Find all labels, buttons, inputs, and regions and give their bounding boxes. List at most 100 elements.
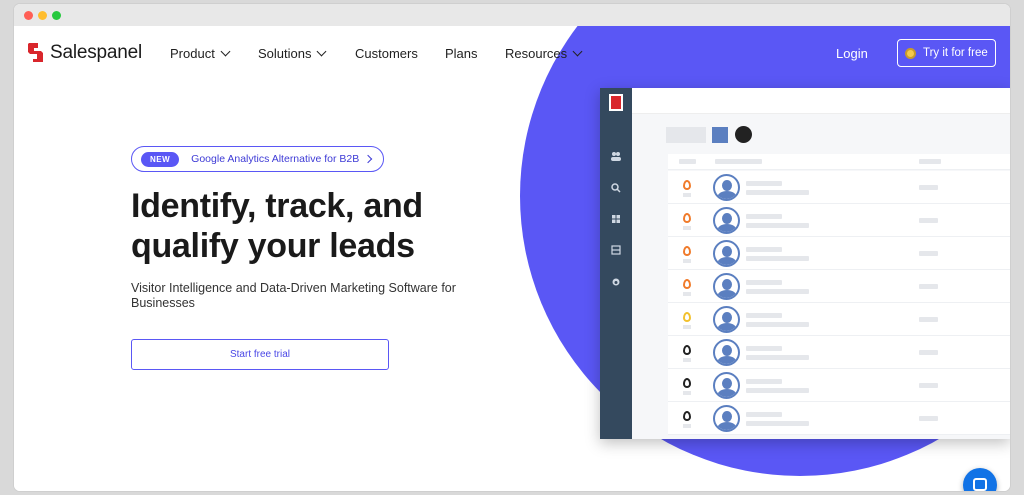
app-sidebar — [600, 88, 632, 439]
visitor-name-bar — [746, 412, 782, 417]
browser-window: Salespanel Product Solutions Customers P… — [14, 4, 1010, 491]
visitor-name-bar — [746, 181, 782, 186]
visitor-value-bar — [919, 383, 938, 388]
visitor-row — [668, 336, 1010, 369]
users-icon — [611, 148, 621, 161]
visitor-avatar-icon — [713, 273, 740, 300]
dark-circle-toggle — [735, 126, 752, 143]
maximize-window-dot[interactable] — [52, 11, 61, 20]
lead-score-flame-icon — [683, 345, 691, 355]
brand-name: Salespanel — [50, 42, 143, 63]
chat-launcher-button[interactable] — [963, 468, 997, 491]
visitor-row — [668, 171, 1010, 204]
score-bar — [683, 259, 691, 263]
nav-product[interactable]: Product — [170, 46, 231, 61]
chevron-down-icon — [220, 46, 231, 57]
login-link[interactable]: Login — [836, 46, 868, 61]
visitor-detail-bar — [746, 190, 809, 195]
visitor-avatar-icon — [713, 405, 740, 432]
app-topbar — [632, 88, 1010, 114]
nav-resources[interactable]: Resources — [505, 46, 583, 61]
visitor-avatar-icon — [713, 207, 740, 234]
hero-headline: Identify, track, and qualify your leads — [131, 187, 423, 265]
brand-logo[interactable]: Salespanel — [27, 42, 142, 64]
visitor-avatar-icon — [713, 240, 740, 267]
coin-icon — [905, 47, 916, 59]
view-toggle-square — [712, 127, 728, 143]
lead-score-flame-icon — [683, 312, 691, 322]
visitor-name-bar — [746, 247, 782, 252]
visitor-value-bar — [919, 251, 938, 256]
visitor-avatar-icon — [713, 339, 740, 366]
nav-solutions-label: Solutions — [258, 46, 312, 61]
score-bar — [683, 358, 691, 362]
header-bar — [715, 159, 762, 164]
chevron-down-icon — [317, 46, 327, 57]
visitor-avatar-icon — [713, 372, 740, 399]
search-icon — [611, 180, 621, 193]
visitor-name-bar — [746, 313, 782, 318]
top-navigation: Salespanel Product Solutions Customers P… — [14, 26, 1010, 84]
announcement-pill[interactable]: NEW Google Analytics Alternative for B2B — [131, 146, 384, 172]
lead-score-flame-icon — [683, 246, 691, 256]
visitor-name-bar — [746, 280, 782, 285]
visitor-row — [668, 204, 1010, 237]
visitor-value-bar — [919, 218, 938, 223]
visitor-value-bar — [919, 350, 938, 355]
app-preview-screenshot — [600, 88, 1010, 439]
chevron-down-icon — [572, 46, 583, 57]
chevron-right-icon — [363, 154, 373, 164]
minimize-window-dot[interactable] — [38, 11, 47, 20]
visitor-name-bar — [746, 379, 782, 384]
nav-resources-label: Resources — [505, 46, 568, 61]
try-free-button[interactable]: Try it for free — [897, 39, 996, 67]
chat-icon — [973, 478, 987, 491]
lead-score-flame-icon — [683, 378, 691, 388]
try-free-label: Try it for free — [923, 47, 988, 59]
landing-page: Salespanel Product Solutions Customers P… — [14, 26, 1010, 491]
lead-score-flame-icon — [683, 180, 691, 190]
nav-customers[interactable]: Customers — [355, 46, 418, 61]
hero-subheadline: Visitor Intelligence and Data-Driven Mar… — [131, 281, 456, 310]
header-bar — [919, 159, 941, 164]
header-bar — [679, 159, 696, 164]
visitor-detail-bar — [746, 223, 809, 228]
window-titlebar — [14, 4, 1010, 26]
visitor-detail-bar — [746, 256, 809, 261]
visitor-value-bar — [919, 317, 938, 322]
score-bar — [683, 424, 691, 428]
table-header — [668, 154, 1010, 170]
visitor-name-bar — [746, 214, 782, 219]
close-window-dot[interactable] — [24, 11, 33, 20]
nav-customers-label: Customers — [355, 46, 418, 61]
visitor-row — [668, 303, 1010, 336]
visitor-value-bar — [919, 185, 938, 190]
visitor-detail-bar — [746, 388, 809, 393]
visitor-value-bar — [919, 416, 938, 421]
app-logo-icon — [609, 94, 623, 111]
salespanel-logo-icon — [27, 42, 45, 64]
score-bar — [683, 226, 691, 230]
score-bar — [683, 292, 691, 296]
visitor-detail-bar — [746, 421, 809, 426]
visitor-detail-bar — [746, 355, 809, 360]
visitor-avatar-icon — [713, 174, 740, 201]
nav-plans[interactable]: Plans — [445, 46, 478, 61]
start-trial-button[interactable]: Start free trial — [131, 339, 389, 370]
score-bar — [683, 325, 691, 329]
lead-score-flame-icon — [683, 279, 691, 289]
list-icon — [611, 242, 621, 255]
visitor-name-bar — [746, 346, 782, 351]
visitor-avatar-icon — [713, 306, 740, 333]
visitor-row — [668, 402, 1010, 435]
visitor-detail-bar — [746, 322, 809, 327]
flame-icon — [611, 273, 621, 286]
lead-score-flame-icon — [683, 411, 691, 421]
nav-product-label: Product — [170, 46, 215, 61]
nav-solutions[interactable]: Solutions — [258, 46, 327, 61]
announcement-text: Google Analytics Alternative for B2B — [191, 153, 360, 165]
app-content — [632, 114, 1010, 439]
new-badge: NEW — [141, 151, 180, 167]
lead-score-flame-icon — [683, 213, 691, 223]
visitor-value-bar — [919, 284, 938, 289]
